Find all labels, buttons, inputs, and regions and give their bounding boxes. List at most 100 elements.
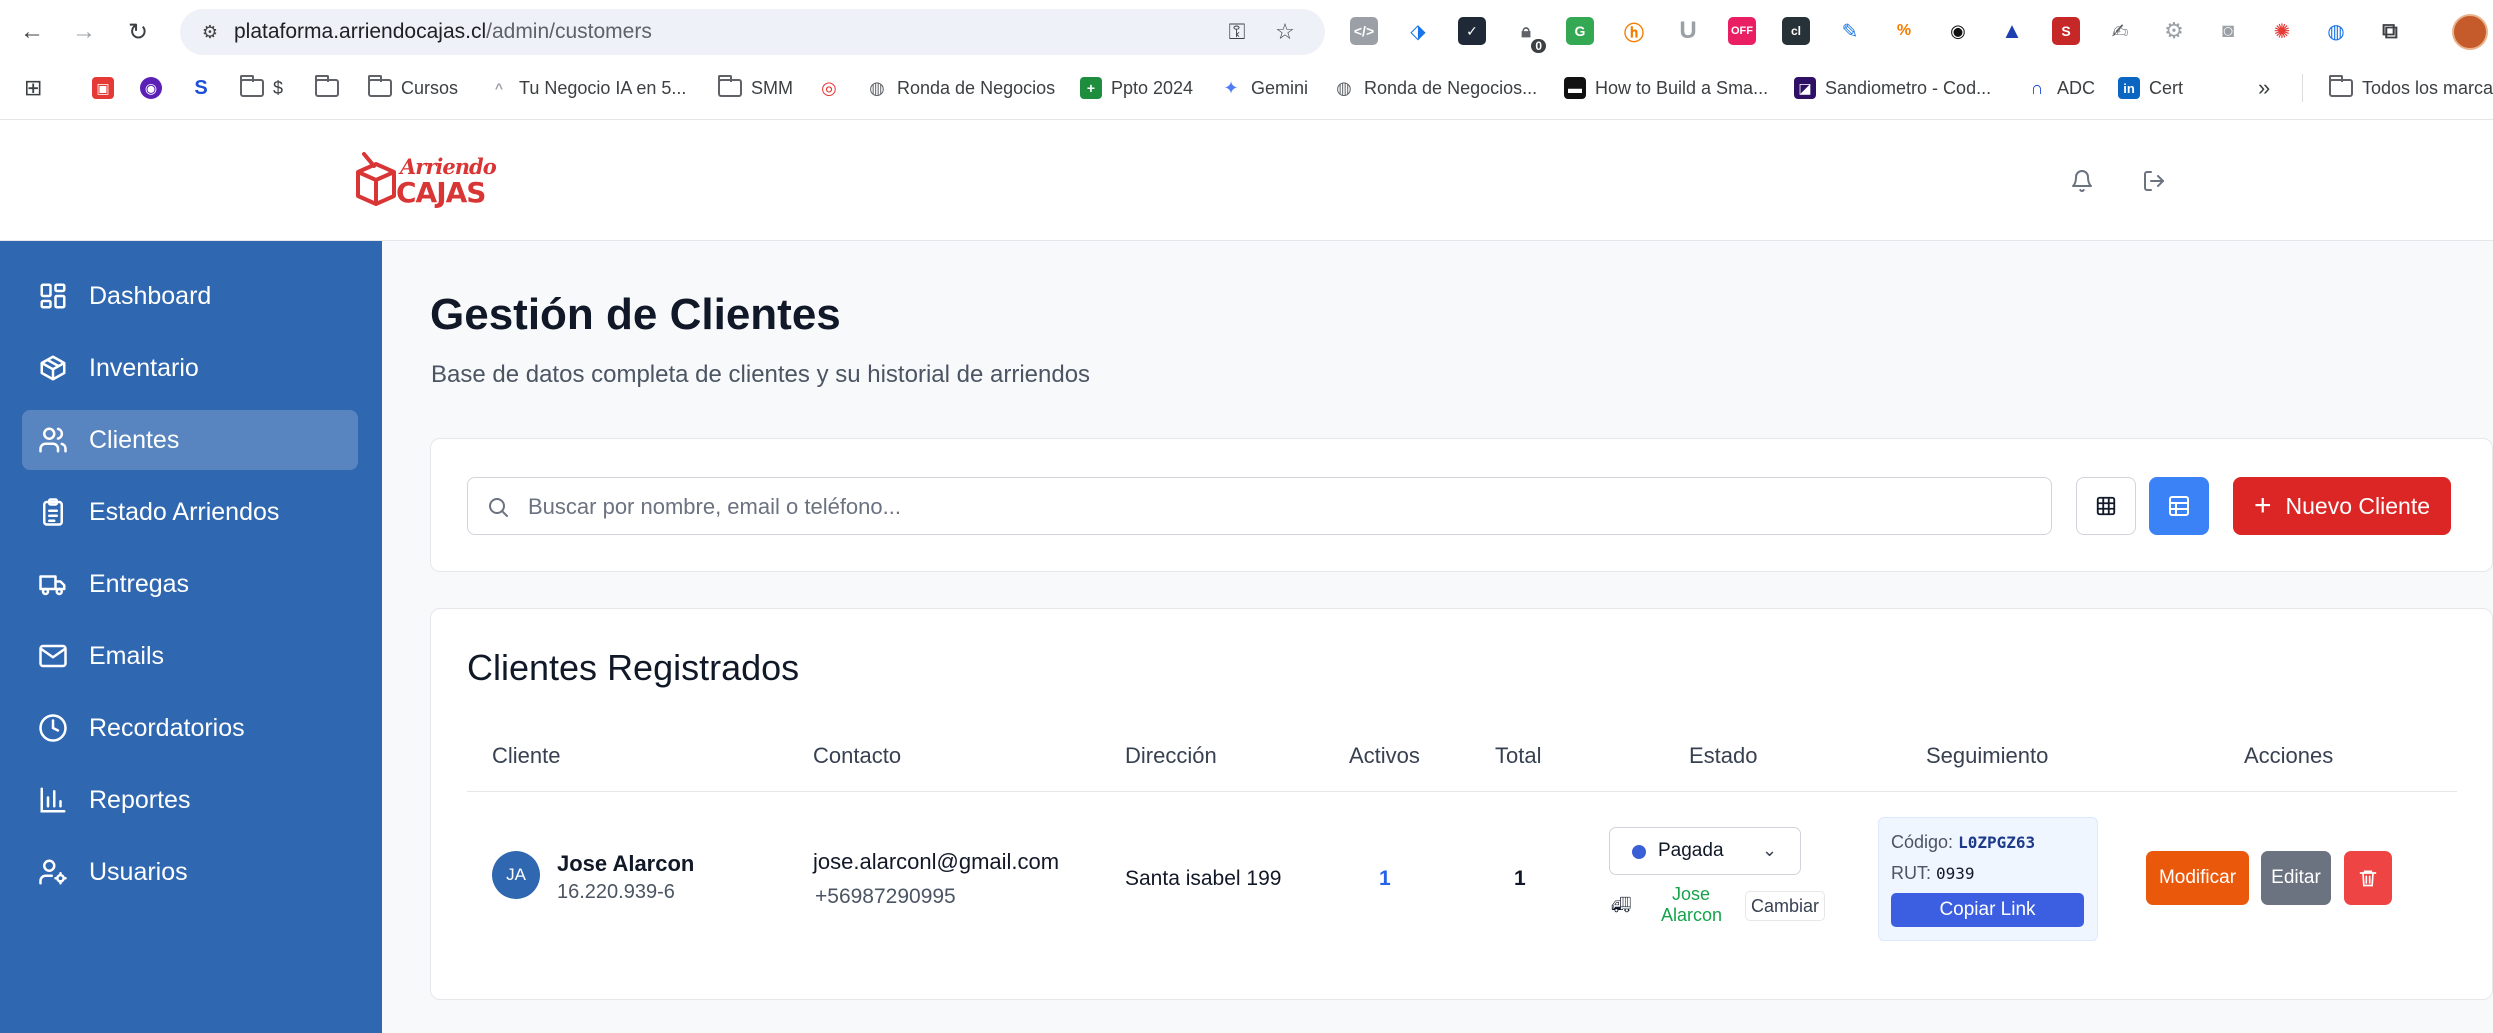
browser-chrome: ← → ↻ ⚙ plataforma.arriendocajas.cl/admi… [0, 0, 2493, 120]
ext-globe-icon[interactable]: ◍ [2322, 17, 2350, 45]
bookmark-1[interactable]: ▣ [92, 74, 123, 102]
reload-button[interactable]: ↻ [120, 14, 156, 50]
table-view-button[interactable] [2149, 477, 2209, 535]
sidebar-item-label: Clientes [89, 425, 180, 454]
cambiar-button[interactable]: Cambiar [1745, 891, 1825, 921]
ext-s-icon[interactable]: S [2052, 17, 2080, 45]
ext-cl-icon[interactable]: cl [1782, 17, 1810, 45]
client-email[interactable]: jose.alarconl@gmail.com [813, 849, 1059, 875]
avatar: JA [492, 851, 540, 899]
status-dot [1632, 845, 1646, 859]
brand-logo[interactable]: Arriendo CAJAS [352, 142, 497, 222]
ext-camera-icon[interactable]: ◙ [2214, 17, 2242, 45]
bookmark-ronda-negocios[interactable]: ◎ [818, 74, 849, 102]
ext-code-icon[interactable]: </> [1350, 17, 1378, 45]
new-client-button[interactable]: + Nuevo Cliente [2233, 477, 2451, 535]
ext-glasses-icon[interactable]: ◉ [1944, 17, 1972, 45]
search-input[interactable] [528, 488, 2028, 526]
delete-button[interactable] [2344, 851, 2392, 905]
search-field[interactable] [467, 477, 2052, 535]
apps-grid-icon[interactable]: ⊞ [24, 74, 42, 102]
url-text[interactable]: plataforma.arriendocajas.cl/admin/custom… [234, 20, 652, 44]
header-cliente: Cliente [492, 743, 561, 768]
ext-u-icon[interactable]: U [1674, 17, 1702, 45]
ext-off-icon[interactable]: OFF [1728, 17, 1756, 45]
bookmark-adc[interactable]: ∩ ADC [2026, 74, 2095, 102]
ext-h-icon[interactable]: ⓗ [1620, 17, 1648, 45]
editar-button[interactable]: Editar [2261, 851, 2331, 905]
bookmark-folder-cursos[interactable]: Cursos [368, 74, 458, 102]
logout-icon[interactable] [2139, 166, 2169, 196]
client-rut: 16.220.939-6 [557, 881, 675, 903]
box-logo-icon [356, 152, 396, 206]
back-button[interactable]: ← [14, 14, 50, 50]
bookmarks-bar: ⊞ ▣ ◉ S $ Cursos ^ Tu Negocio IA en 5... … [0, 68, 2493, 108]
address-bar[interactable]: ⚙ plataforma.arriendocajas.cl/admin/cust… [180, 9, 1325, 55]
page-subtitle: Base de datos completa de clientes y su … [431, 361, 1091, 388]
modificar-button[interactable]: Modificar [2146, 851, 2249, 905]
bookmark-all-folder[interactable]: Todos los marca [2302, 74, 2493, 102]
sidebar-item-emails[interactable]: Emails [22, 626, 358, 686]
bookmark-ronda-negocios-2[interactable]: ◍ Ronda de Negocios [866, 74, 1055, 102]
bookmark-folder-dollar[interactable]: $ [240, 74, 283, 102]
bookmark-3[interactable]: S [190, 74, 221, 102]
bookmark-sandiometro[interactable]: ◪ Sandiometro - Cod... [1794, 74, 1991, 102]
password-key-icon[interactable]: ⚿ [1224, 19, 1250, 45]
client-phone[interactable]: +56987290995 [815, 885, 956, 909]
app-header: Arriendo CAJAS [0, 120, 2493, 241]
sidebar-item-dashboard[interactable]: Dashboard [22, 266, 358, 326]
ext-google-icon[interactable]: G [1566, 17, 1594, 45]
extensions-puzzle-icon[interactable]: ⧉ [2376, 17, 2404, 45]
bookmark-star-icon[interactable]: ☆ [1272, 19, 1298, 45]
ext-triangle-icon[interactable]: ▲ [1998, 17, 2026, 45]
ext-lock-icon[interactable]: 🔒︎ 0 [1512, 17, 1546, 53]
bookmark-ppto-2024[interactable]: + Ppto 2024 [1080, 74, 1193, 102]
copy-link-button[interactable]: Copiar Link [1891, 893, 2084, 927]
bookmark-cert[interactable]: in Cert [2118, 74, 2183, 102]
sidebar-item-reportes[interactable]: Reportes [22, 770, 358, 830]
forward-button[interactable]: → [66, 14, 102, 50]
bookmark-folder-empty[interactable] [315, 74, 348, 102]
grid-icon [2096, 496, 2116, 516]
notifications-bell-icon[interactable] [2067, 166, 2097, 196]
ext-gear-icon[interactable]: ⚙ [2160, 17, 2188, 45]
profile-avatar[interactable] [2452, 14, 2488, 50]
site-settings-icon[interactable]: ⚙ [198, 20, 222, 44]
header-activos: Activos [1349, 743, 1420, 768]
bookmark-2[interactable]: ◉ [140, 74, 171, 102]
sidebar-item-label: Recordatorios [89, 713, 245, 742]
box-icon [40, 355, 66, 381]
estado-select[interactable]: Pagada ⌄ [1609, 827, 1801, 875]
header-acciones: Acciones [2244, 743, 2334, 768]
sidebar-item-entregas[interactable]: Entregas [22, 554, 358, 614]
sidebar-item-inventario[interactable]: Inventario [22, 338, 358, 398]
sidebar-item-label: Estado Arriendos [89, 497, 280, 526]
client-address: Santa isabel 199 [1125, 867, 1282, 890]
grid-view-button[interactable] [2076, 477, 2136, 535]
bookmark-ronda-negocios-3[interactable]: ◍ Ronda de Negocios... [1333, 74, 1537, 102]
ext-sale-icon[interactable]: % [1890, 17, 1918, 45]
ext-sign-icon[interactable]: ✍ [2106, 17, 2134, 45]
bookmark-negocio-ia[interactable]: ^ Tu Negocio IA en 5... [488, 74, 686, 102]
bar-chart-icon [40, 787, 66, 813]
header-divider [467, 791, 2457, 792]
sidebar-item-estado-arriendos[interactable]: Estado Arriendos [22, 482, 358, 542]
header-direccion: Dirección [1125, 743, 1217, 768]
dashboard-icon [40, 283, 66, 309]
bookmark-gemini[interactable]: ✦ Gemini [1220, 74, 1308, 102]
sidebar-item-label: Entregas [89, 569, 190, 598]
ext-pen-icon[interactable]: ✎ [1836, 17, 1864, 45]
sidebar-item-label: Inventario [89, 353, 199, 382]
sidebar-item-recordatorios[interactable]: Recordatorios [22, 698, 358, 758]
ext-tag-icon[interactable]: ⬗ [1404, 17, 1432, 45]
sidebar-item-label: Reportes [89, 785, 191, 814]
bookmarks-overflow-icon[interactable]: » [2258, 74, 2270, 102]
bookmark-folder-smm[interactable]: SMM [718, 74, 793, 102]
tracking-code: Código: L0ZPGZ63 [1891, 832, 2036, 852]
sidebar-item-clientes[interactable]: Clientes [22, 410, 358, 470]
clients-table-card: Clientes Registrados Cliente Contacto Di… [430, 608, 2493, 1000]
sidebar-item-usuarios[interactable]: Usuarios [22, 842, 358, 902]
ext-crab-icon[interactable]: ✺ [2268, 17, 2296, 45]
ext-check-icon[interactable]: ✓ [1458, 17, 1486, 45]
bookmark-how-to-build[interactable]: ▬ How to Build a Sma... [1564, 74, 1768, 102]
